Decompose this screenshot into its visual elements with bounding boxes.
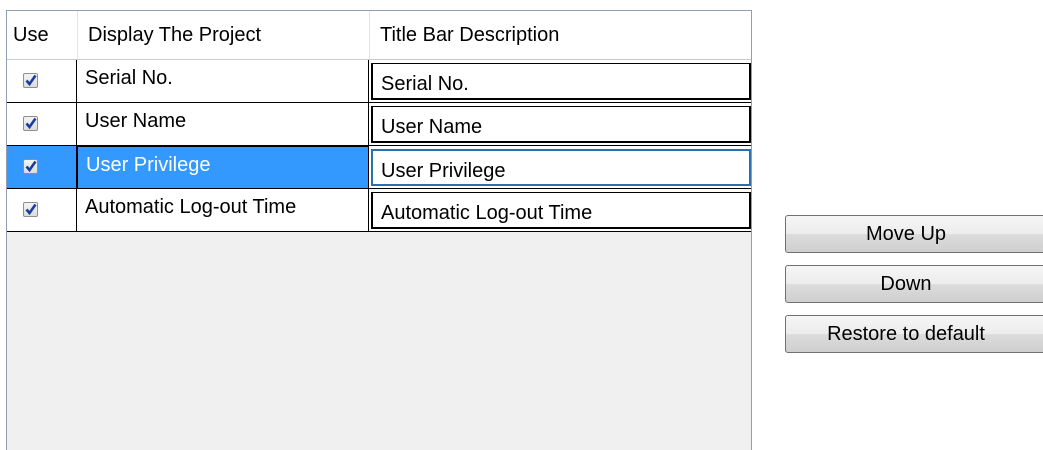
table-row-selected[interactable]: User Privilege User Privilege — [7, 146, 751, 189]
grid-header: Use Display The Project Title Bar Descri… — [7, 11, 751, 60]
use-cell — [7, 146, 77, 189]
project-cell[interactable]: User Name — [77, 103, 369, 146]
column-header-display-project[interactable]: Display The Project — [77, 11, 369, 59]
table-row[interactable]: User Name User Name — [7, 103, 751, 146]
title-cell: User Privilege — [369, 146, 751, 189]
title-input[interactable]: Automatic Log-out Time — [371, 192, 751, 229]
table-row[interactable]: Automatic Log-out Time Automatic Log-out… — [7, 189, 751, 232]
checked-checkbox-icon[interactable] — [23, 202, 38, 217]
use-cell — [7, 60, 77, 103]
down-button[interactable]: Down — [785, 265, 1043, 303]
column-header-use[interactable]: Use — [7, 11, 77, 59]
use-cell — [7, 103, 77, 146]
title-cell: Serial No. — [369, 60, 751, 103]
checked-checkbox-icon[interactable] — [23, 159, 38, 174]
title-input[interactable]: User Name — [371, 106, 751, 143]
restore-default-button[interactable]: Restore to default — [785, 315, 1043, 353]
move-up-button[interactable]: Move Up — [785, 215, 1043, 253]
title-cell: User Name — [369, 103, 751, 146]
title-input[interactable]: Serial No. — [371, 63, 751, 100]
display-items-grid: Use Display The Project Title Bar Descri… — [6, 10, 752, 450]
project-cell[interactable]: Automatic Log-out Time — [77, 189, 369, 232]
title-cell: Automatic Log-out Time — [369, 189, 751, 232]
table-row[interactable]: Serial No. Serial No. — [7, 60, 751, 103]
checked-checkbox-icon[interactable] — [23, 116, 38, 131]
column-header-title-bar-description[interactable]: Title Bar Description — [369, 11, 751, 59]
project-cell[interactable]: Serial No. — [77, 60, 369, 103]
project-cell[interactable]: User Privilege — [77, 146, 369, 189]
use-cell — [7, 189, 77, 232]
checked-checkbox-icon[interactable] — [23, 73, 38, 88]
title-input[interactable]: User Privilege — [371, 149, 751, 186]
